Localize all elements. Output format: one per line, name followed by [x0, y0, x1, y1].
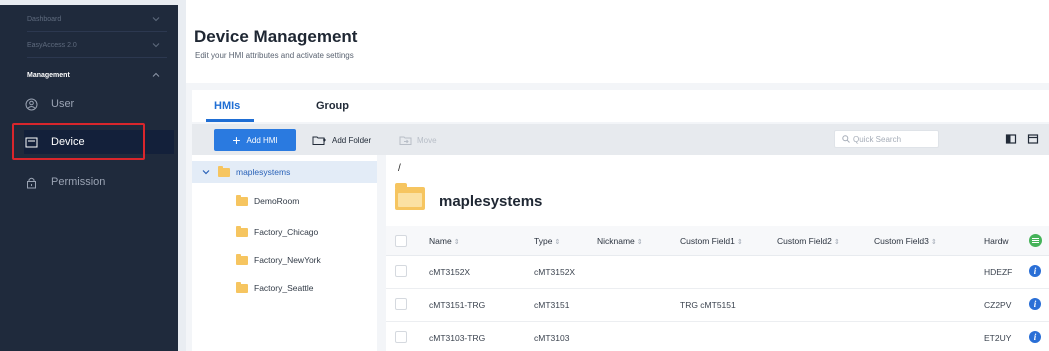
- chevron-up-icon[interactable]: [152, 71, 160, 79]
- column-header-name[interactable]: Name ⇕: [429, 236, 460, 246]
- folder-title: maplesystems: [439, 193, 543, 210]
- cell-custom-field1: TRG cMT5151: [680, 300, 736, 310]
- folder-icon: [236, 194, 248, 206]
- table-header: Name ⇕ Type ⇕ Nickname ⇕ Custom Field1 ⇕ Cus…: [386, 226, 1049, 256]
- folder-icon: [236, 253, 248, 265]
- sort-icon: ⇕: [453, 239, 460, 246]
- add-hmi-label: Add HMI: [246, 135, 278, 145]
- sidebar-section-easyaccess[interactable]: EasyAccess 2.0: [27, 42, 77, 49]
- row-checkbox[interactable]: [395, 265, 407, 277]
- cell-type: cMT3103: [534, 333, 570, 343]
- table-row[interactable]: cMT3151-TRG cMT3151 TRG cMT5151 CZ2PV i: [386, 289, 1049, 322]
- tab-hmis[interactable]: HMIs: [214, 100, 240, 112]
- cell-hardware: CZ2PV: [984, 300, 1012, 310]
- cell-name: cMT3103-TRG: [429, 333, 486, 343]
- tree-item-factory-seattle[interactable]: Factory_Seattle: [236, 279, 314, 297]
- column-menu-icon[interactable]: [1029, 234, 1042, 247]
- move-button[interactable]: Move: [399, 129, 437, 151]
- sidebar-section-dashboard[interactable]: Dashboard: [27, 16, 61, 23]
- column-header-custom-field3[interactable]: Custom Field3 ⇕: [874, 236, 937, 246]
- tab-bar: HMIs Group: [192, 90, 1049, 122]
- folder-icon: [236, 281, 248, 293]
- cell-hardware: ET2UY: [984, 333, 1012, 343]
- chevron-down-icon[interactable]: [202, 168, 210, 176]
- tree-item-label: Factory_NewYork: [254, 255, 321, 265]
- sort-icon: ⇕: [554, 239, 561, 246]
- sidebar-item-label: User: [51, 98, 75, 110]
- plus-icon: +: [232, 132, 241, 148]
- add-folder-icon: [312, 136, 326, 145]
- row-checkbox[interactable]: [395, 298, 407, 310]
- select-all-checkbox[interactable]: [395, 235, 407, 247]
- chevron-down-icon[interactable]: [152, 41, 160, 49]
- cell-name: cMT3151-TRG: [429, 300, 486, 310]
- column-header-custom-field1[interactable]: Custom Field1 ⇕: [680, 236, 743, 246]
- add-hmi-button[interactable]: + Add HMI: [214, 129, 296, 151]
- column-settings-icon[interactable]: [1005, 133, 1017, 145]
- info-icon[interactable]: i: [1029, 298, 1041, 310]
- tree-root-item[interactable]: maplesystems: [192, 161, 377, 183]
- sidebar: Dashboard EasyAccess 2.0 Management User…: [0, 0, 178, 351]
- tree-item-factory-chicago[interactable]: Factory_Chicago: [236, 223, 318, 241]
- tree-item-demoroom[interactable]: DemoRoom: [236, 192, 299, 210]
- cell-hardware: HDEZF: [984, 267, 1013, 277]
- cell-type: cMT3151: [534, 300, 570, 310]
- table-row[interactable]: cMT3103-TRG cMT3103 ET2UY i: [386, 322, 1049, 351]
- tab-active-underline: [206, 119, 254, 122]
- sidebar-item-label: Permission: [51, 176, 106, 188]
- sidebar-section-management[interactable]: Management: [27, 72, 70, 79]
- sort-icon: ⇕: [736, 239, 743, 246]
- breadcrumb[interactable]: /: [398, 163, 401, 174]
- add-folder-label: Add Folder: [332, 135, 372, 145]
- device-list-panel: / maplesystems Name ⇕ Type ⇕ Nickname ⇕ Cus…: [386, 155, 1049, 351]
- cell-name: cMT3152X: [429, 267, 471, 277]
- sort-icon: ⇕: [833, 239, 840, 246]
- column-header-custom-field2[interactable]: Custom Field2 ⇕: [777, 236, 840, 246]
- tree-item-label: DemoRoom: [254, 196, 300, 206]
- column-header-nickname[interactable]: Nickname ⇕: [597, 236, 643, 246]
- sidebar-divider: [27, 57, 167, 58]
- folder-icon: [395, 183, 425, 210]
- tree-item-label: Factory_Seattle: [254, 283, 314, 293]
- sort-icon: ⇕: [636, 239, 643, 246]
- quick-search[interactable]: [834, 130, 939, 148]
- folder-icon: [236, 225, 248, 237]
- sidebar-gap: [178, 0, 186, 351]
- add-folder-button[interactable]: Add Folder: [312, 129, 371, 151]
- toolbar: + Add HMI Add Folder Move: [192, 124, 1049, 155]
- folder-tree: maplesystems DemoRoom Factory_Chicago Fa…: [192, 155, 377, 351]
- tree-root-label: maplesystems: [236, 167, 291, 177]
- sidebar-item-user[interactable]: User: [24, 92, 174, 116]
- folder-icon: [218, 165, 230, 177]
- user-icon: [24, 97, 38, 111]
- app-root: Dashboard EasyAccess 2.0 Management User…: [0, 0, 1049, 351]
- page-subtitle: Edit your HMI attributes and activate se…: [195, 51, 354, 60]
- lock-icon: [24, 175, 38, 189]
- column-header-hardware[interactable]: Hardw: [984, 236, 1009, 246]
- search-icon: [842, 135, 850, 143]
- search-input[interactable]: [853, 134, 933, 144]
- view-toggle-icon[interactable]: [1027, 133, 1039, 145]
- tab-group[interactable]: Group: [316, 100, 349, 112]
- move-icon: [399, 136, 412, 145]
- sidebar-top-strip: [0, 0, 178, 5]
- move-label: Move: [417, 135, 437, 145]
- table-row[interactable]: cMT3152X cMT3152X HDEZF i: [386, 256, 1049, 289]
- chevron-down-icon[interactable]: [152, 15, 160, 23]
- tree-item-factory-newyork[interactable]: Factory_NewYork: [236, 251, 321, 269]
- page-header: Device Management Edit your HMI attribut…: [186, 5, 1049, 83]
- tree-item-label: Factory_Chicago: [254, 227, 319, 237]
- info-icon[interactable]: i: [1029, 331, 1041, 343]
- sidebar-item-permission[interactable]: Permission: [24, 170, 174, 194]
- info-icon[interactable]: i: [1029, 265, 1041, 277]
- column-header-type[interactable]: Type ⇕: [534, 236, 560, 246]
- sort-icon: ⇕: [930, 239, 937, 246]
- sidebar-divider: [27, 31, 167, 32]
- cell-type: cMT3152X: [534, 267, 576, 277]
- annotation-highlight-box: [12, 123, 145, 160]
- row-checkbox[interactable]: [395, 331, 407, 343]
- page-title: Device Management: [194, 27, 358, 46]
